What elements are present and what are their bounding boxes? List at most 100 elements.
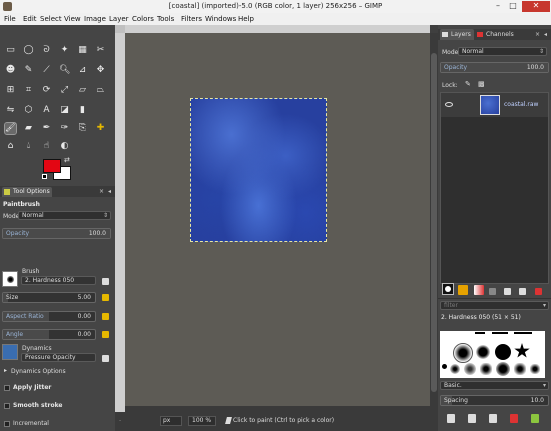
rect-select-icon[interactable]: ▭ <box>5 45 16 56</box>
airbrush-icon[interactable]: ✒ <box>41 123 52 134</box>
duplicate-brush-icon[interactable] <box>489 414 497 423</box>
delete-brush-icon[interactable] <box>510 414 518 423</box>
minimize-button[interactable]: – <box>491 1 505 12</box>
foreground-color-swatch[interactable] <box>43 159 61 173</box>
perspective-clone-icon[interactable]: ⌂ <box>5 141 16 152</box>
shear-icon[interactable]: ▱ <box>77 85 88 96</box>
tab-channels[interactable]: Channels <box>475 29 515 40</box>
brush-chalk[interactable] <box>514 363 526 375</box>
incremental-checkbox[interactable] <box>4 421 10 427</box>
lower-layer-icon[interactable] <box>489 288 496 295</box>
mode-select[interactable]: Normal ⇕ <box>18 211 111 220</box>
refresh-brushes-icon[interactable] <box>531 414 539 423</box>
brush-sponge[interactable] <box>530 364 540 374</box>
menu-edit[interactable]: Edit <box>23 15 37 23</box>
swap-colors-icon[interactable]: ⇄ <box>64 156 70 164</box>
lock-pixels-icon[interactable]: ✎ <box>465 80 471 88</box>
menu-windows[interactable]: Windows <box>205 15 236 23</box>
menu-help[interactable]: Help <box>238 15 254 23</box>
ruler-corner[interactable] <box>115 25 125 33</box>
edit-brush-icon[interactable] <box>102 278 109 285</box>
cage-transform-icon[interactable]: ⬡ <box>23 105 34 116</box>
dock-close-icon[interactable]: × <box>534 31 541 38</box>
rotate-icon[interactable]: ⟳ <box>41 85 52 96</box>
image-layer-coastal[interactable] <box>190 98 327 242</box>
zoom-select[interactable]: 100 % <box>188 416 216 426</box>
free-select-icon[interactable]: ᘐ <box>41 45 52 56</box>
vertical-ruler[interactable] <box>115 33 125 412</box>
smooth-stroke-checkbox[interactable] <box>4 403 10 409</box>
delete-layer-icon[interactable] <box>535 288 542 295</box>
tab-patterns[interactable] <box>458 285 468 295</box>
dynamics-field[interactable]: Pressure Opacity <box>21 353 96 362</box>
dynamics-preview[interactable] <box>2 344 18 360</box>
horizontal-ruler[interactable] <box>125 25 430 33</box>
text-icon[interactable]: A <box>41 105 52 116</box>
brush-round-large[interactable] <box>495 344 511 360</box>
new-brush-icon[interactable] <box>468 414 476 423</box>
size-slider[interactable]: Size 5.00 <box>2 292 96 303</box>
reset-colors-icon[interactable] <box>42 174 47 179</box>
layer-mode-select[interactable]: Normal ⇕ <box>458 47 547 56</box>
ellipse-select-icon[interactable]: ◯ <box>23 45 34 56</box>
menu-view[interactable]: View <box>64 15 81 23</box>
dynamics-options-expander[interactable]: Dynamics Options <box>11 368 66 375</box>
opacity-slider[interactable]: Opacity 100.0 <box>2 228 111 239</box>
menu-image[interactable]: Image <box>84 15 106 23</box>
reset-size-icon[interactable] <box>102 294 109 301</box>
flip-icon[interactable]: ⇋ <box>5 105 16 116</box>
brush-name-field[interactable]: 2. Hardness 050 <box>21 276 96 285</box>
brush-soft[interactable] <box>450 364 460 374</box>
brush-texture[interactable] <box>464 363 476 375</box>
vertical-scrollbar[interactable] <box>430 33 438 412</box>
brush-line-small[interactable] <box>475 332 485 334</box>
menu-layer[interactable]: Layer <box>109 15 129 23</box>
spacing-slider[interactable]: Spacing 10.0 <box>440 395 549 406</box>
blend-icon[interactable]: ▮ <box>77 105 88 116</box>
color-select-icon[interactable]: ▦ <box>77 45 88 56</box>
perspective-icon[interactable]: ⏢ <box>95 85 106 96</box>
foreground-select-icon[interactable]: ☻ <box>5 65 16 76</box>
zoom-icon[interactable]: 🔍︎ <box>59 65 70 76</box>
canvas[interactable] <box>125 33 430 412</box>
heal-icon[interactable]: ✚ <box>95 123 106 134</box>
brush-star[interactable] <box>514 343 530 358</box>
tab-gradients[interactable] <box>474 285 484 295</box>
expander-arrow-icon[interactable]: ▸ <box>4 367 7 374</box>
tab-menu-icon[interactable]: ◂ <box>106 188 113 195</box>
smudge-icon[interactable]: ☝ <box>41 141 52 152</box>
reset-angle-icon[interactable] <box>102 331 109 338</box>
aspect-ratio-slider[interactable]: Aspect Ratio 0.00 <box>2 311 96 322</box>
clone-icon[interactable]: ⎘ <box>77 123 88 134</box>
angle-slider[interactable]: Angle 0.00 <box>2 329 96 340</box>
measure-icon[interactable]: ⊿ <box>77 65 88 76</box>
brush-line-medium[interactable] <box>492 332 508 334</box>
duplicate-layer-icon[interactable] <box>504 288 511 295</box>
brush-line-large[interactable] <box>514 332 532 334</box>
align-icon[interactable]: ⊞ <box>5 85 16 96</box>
color-picker-icon[interactable]: ⟋ <box>41 65 52 76</box>
dodge-burn-icon[interactable]: ◐ <box>59 141 70 152</box>
menu-file[interactable]: File <box>4 15 16 23</box>
paths-icon[interactable]: ✎ <box>23 65 34 76</box>
close-button[interactable]: ✕ <box>522 1 550 12</box>
vertical-scroll-thumb[interactable] <box>431 53 437 392</box>
layer-thumbnail[interactable] <box>480 95 500 115</box>
tab-brushes[interactable] <box>442 283 454 295</box>
layer-row[interactable]: coastal.raw <box>441 93 548 117</box>
brush-fuzzy[interactable] <box>476 345 490 359</box>
brush-hardness-050[interactable] <box>453 343 473 363</box>
move-icon[interactable]: ✥ <box>95 65 106 76</box>
reset-aspect-icon[interactable] <box>102 313 109 320</box>
brush-dot[interactable] <box>442 364 447 369</box>
ink-icon[interactable]: ✑ <box>59 123 70 134</box>
brush-grid[interactable] <box>440 331 545 378</box>
brush-filter-input[interactable]: filter ▾ <box>440 301 549 310</box>
blur-icon[interactable]: 💧︎ <box>23 141 34 152</box>
fuzzy-select-icon[interactable]: ✦ <box>59 45 70 56</box>
menu-filters[interactable]: Filters <box>181 15 202 23</box>
unit-select[interactable]: px <box>160 416 182 426</box>
crop-icon[interactable]: ⌗ <box>23 85 34 96</box>
scissors-icon[interactable]: ✂ <box>95 45 106 56</box>
maximize-button[interactable]: □ <box>506 1 520 12</box>
